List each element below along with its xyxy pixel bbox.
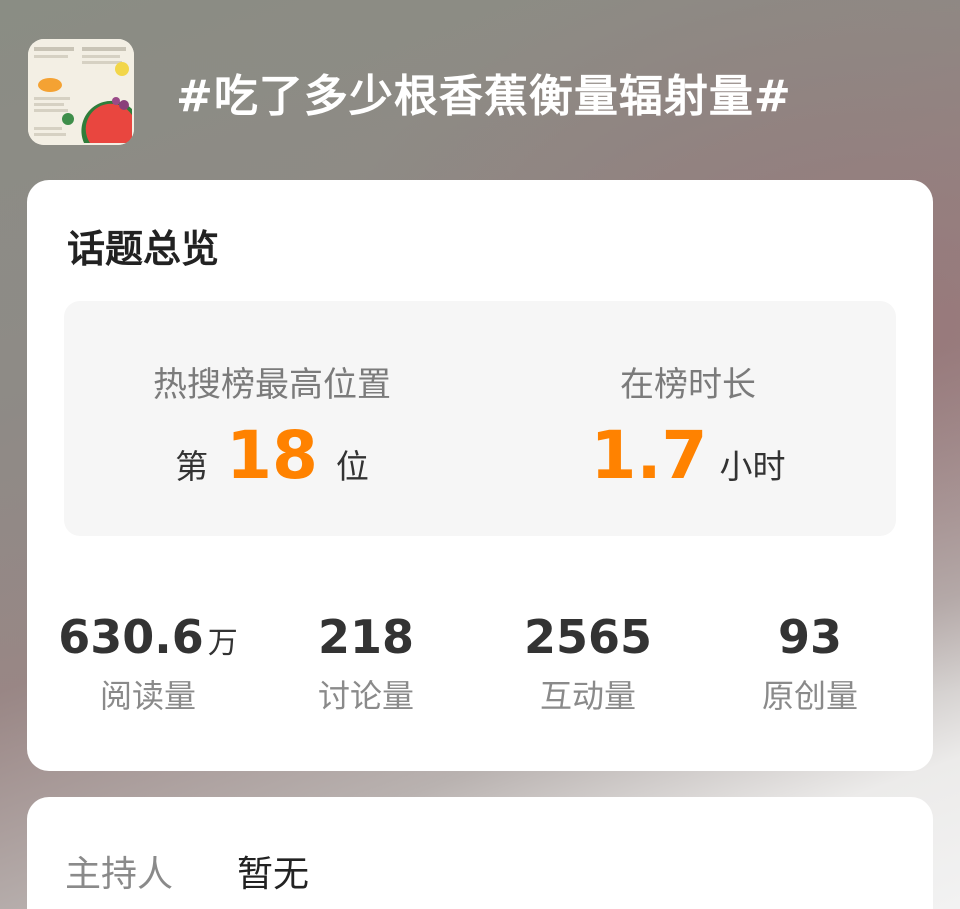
ranking-panel: 热搜榜最高位置 第 18 位 在榜时长 1.7 小时 [64,301,896,536]
peak-rank-prefix: 第 [175,447,209,486]
duration-stat: 在榜时长 1.7 小时 [480,301,896,536]
metric-read-label: 阅读量 [99,676,196,715]
metric-original: 93 原创量 [697,612,923,717]
duration-label: 在榜时长 [620,365,756,405]
metric-interact-label: 互动量 [539,676,636,715]
host-label: 主持人 [65,854,174,895]
metrics-row: 630.6 万 阅读量 218 讨论量 2565 互动量 93 原创量 [27,612,933,722]
metric-read-value: 630.6 [58,610,204,664]
metric-original-value: 93 [777,610,842,664]
topic-cover-illustration [28,39,134,145]
peak-rank-value-row: 第 18 位 [64,423,480,489]
peak-rank-stat: 热搜榜最高位置 第 18 位 [64,301,480,536]
topic-cover-image[interactable] [28,39,134,145]
overview-card: 话题总览 热搜榜最高位置 第 18 位 在榜时长 1.7 小时 630.6 万 … [27,180,933,771]
metric-discuss-value: 218 [317,610,415,664]
host-card: 主持人 暂无 [27,797,933,909]
peak-rank-value: 18 [226,417,318,494]
peak-rank-suffix: 位 [335,447,369,486]
metric-read-suffix: 万 [207,626,238,661]
metric-discuss: 218 讨论量 [253,612,479,717]
peak-rank-label: 热搜榜最高位置 [153,365,391,405]
topic-header: #吃了多少根香蕉衡量辐射量# [28,38,928,146]
metric-interact-value: 2565 [523,610,653,664]
metric-interact: 2565 互动量 [475,612,701,717]
duration-value-row: 1.7 小时 [480,423,896,489]
topic-title: #吃了多少根香蕉衡量辐射量# [176,71,792,122]
metric-original-label: 原创量 [761,676,858,715]
metric-read: 630.6 万 阅读量 [35,612,261,717]
duration-value: 1.7 [590,417,708,494]
host-value: 暂无 [237,854,310,895]
metric-discuss-label: 讨论量 [317,676,414,715]
overview-title: 话题总览 [67,227,220,271]
duration-suffix: 小时 [719,447,786,486]
